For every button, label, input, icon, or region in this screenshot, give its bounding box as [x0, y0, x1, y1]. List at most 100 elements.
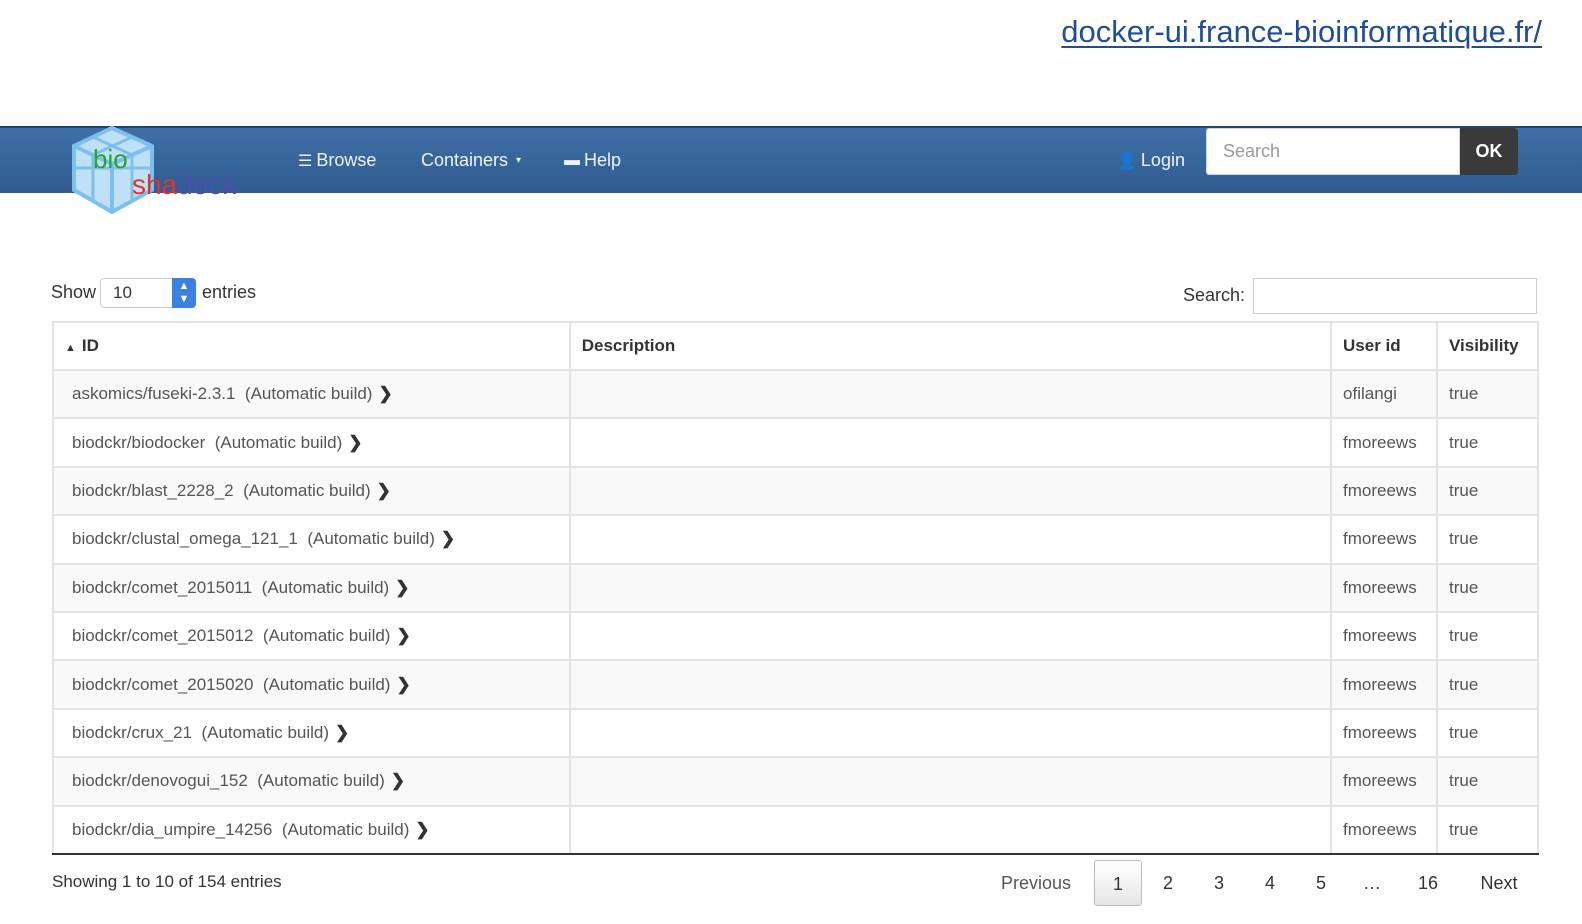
container-id-link[interactable]: biodckr/crux_21	[72, 723, 192, 742]
logo-text-shadock: shadock	[132, 169, 237, 200]
chevron-right-icon[interactable]: ❯	[335, 723, 349, 742]
cell-description	[568, 514, 1333, 565]
cell-id[interactable]: biodckr/comet_2015012 (Automatic build) ❯	[52, 610, 571, 662]
cell-user-id: fmoreews	[1330, 610, 1438, 662]
sort-asc-icon: ▲	[65, 342, 76, 354]
chevron-right-icon[interactable]: ❯	[378, 384, 392, 403]
pagination-page-1[interactable]: 1	[1094, 860, 1142, 906]
table-info: Showing 1 to 10 of 154 entries	[52, 872, 282, 891]
cell-id[interactable]: biodckr/blast_2228_2 (Automatic build) ❯	[52, 465, 571, 517]
cell-id[interactable]: biodckr/biodocker (Automatic build) ❯	[52, 417, 571, 468]
cell-user-id: fmoreews	[1330, 514, 1438, 565]
column-header-user-id[interactable]: User id	[1330, 321, 1438, 371]
cell-visibility: true	[1435, 804, 1540, 855]
cell-visibility: true	[1435, 707, 1540, 759]
column-header-id[interactable]: ▲ ID	[52, 321, 571, 371]
nav-browse[interactable]: ☰ Browse	[298, 150, 376, 171]
pagination-page-5[interactable]: 5	[1299, 860, 1343, 906]
cell-description	[568, 562, 1333, 613]
container-id-link[interactable]: biodckr/comet_2015011	[72, 578, 252, 597]
cell-visibility: true	[1435, 756, 1540, 807]
build-label: (Automatic build)	[243, 480, 371, 500]
cell-user-id: fmoreews	[1330, 659, 1438, 710]
column-header-description[interactable]: Description	[568, 321, 1333, 371]
cell-visibility: true	[1435, 465, 1540, 517]
pagination-previous[interactable]: Previous	[992, 860, 1080, 906]
container-id-link[interactable]: biodckr/denovogui_152	[72, 771, 248, 790]
build-label: (Automatic build)	[257, 771, 385, 791]
cell-visibility: true	[1435, 562, 1540, 613]
bioshadock-logo[interactable]: bio shadock	[66, 124, 266, 216]
cell-id[interactable]: biodckr/denovogui_152 (Automatic build) ❯	[52, 756, 571, 807]
table-row: biodckr/comet_2015012 (Automatic build) ❯…	[52, 610, 1540, 662]
build-label: (Automatic build)	[281, 819, 410, 839]
table-row: biodckr/blast_2228_2 (Automatic build) ❯ f…	[52, 465, 1540, 517]
cell-visibility: true	[1435, 514, 1540, 565]
table-header-row: ▲ ID Description User id Visibility	[52, 321, 1540, 371]
table-row: biodckr/crux_21 (Automatic build) ❯ fmoree…	[52, 707, 1540, 759]
cell-visibility: true	[1435, 659, 1540, 710]
list-icon: ☰	[298, 152, 313, 170]
entries-length-select[interactable]: 10 ▲ ▼	[100, 278, 196, 308]
container-id-link[interactable]: askomics/fuseki-2.3.1	[72, 384, 235, 403]
caret-down-icon: ▾	[516, 155, 522, 166]
table-search-input[interactable]	[1253, 278, 1537, 314]
pagination-page-3[interactable]: 3	[1197, 860, 1241, 906]
chevron-right-icon[interactable]: ❯	[377, 481, 391, 500]
chevron-right-icon[interactable]: ❯	[441, 529, 455, 548]
cell-id[interactable]: biodckr/comet_2015011 (Automatic build) ❯	[52, 562, 571, 613]
pagination-page-2[interactable]: 2	[1146, 860, 1190, 906]
chevron-right-icon[interactable]: ❯	[396, 626, 410, 645]
pagination-page-4[interactable]: 4	[1248, 860, 1292, 906]
cell-user-id: fmoreews	[1330, 562, 1438, 613]
build-label: (Automatic build)	[201, 722, 330, 742]
table-row: biodckr/dia_umpire_14256 (Automatic buil…	[52, 804, 1540, 855]
build-label: (Automatic build)	[262, 674, 391, 694]
container-id-link[interactable]: biodckr/blast_2228_2	[72, 481, 234, 500]
build-label: (Automatic build)	[307, 529, 435, 549]
containers-table: ▲ ID Description User id Visibility askom…	[52, 321, 1540, 855]
chevron-right-icon[interactable]: ❯	[395, 578, 409, 597]
cell-user-id: fmoreews	[1330, 707, 1438, 759]
nav-help[interactable]: ▬ Help	[564, 150, 621, 171]
chevron-right-icon[interactable]: ❯	[391, 771, 405, 790]
chevron-right-icon[interactable]: ❯	[396, 675, 410, 694]
cell-user-id: fmoreews	[1330, 804, 1438, 855]
cell-description	[568, 368, 1333, 420]
pagination-next[interactable]: Next	[1470, 860, 1528, 906]
navbar-search-ok-button[interactable]: OK	[1460, 128, 1518, 175]
pagination-page-16[interactable]: 16	[1404, 860, 1452, 906]
nav-containers[interactable]: Containers ▾	[421, 150, 521, 171]
cell-id[interactable]: biodckr/dia_umpire_14256 (Automatic buil…	[52, 804, 571, 855]
cell-id[interactable]: biodckr/clustal_omega_121_1 (Automatic b…	[52, 514, 571, 565]
table-row: biodckr/biodocker (Automatic build) ❯ fmor…	[52, 417, 1540, 468]
column-header-visibility[interactable]: Visibility	[1435, 321, 1540, 371]
cell-user-id: fmoreews	[1330, 756, 1438, 807]
cell-description	[568, 659, 1333, 710]
cell-user-id: ofilangi	[1330, 368, 1438, 420]
nav-login[interactable]: 👤 Login	[1117, 150, 1185, 171]
container-id-link[interactable]: biodckr/comet_2015020	[72, 675, 253, 694]
container-id-link[interactable]: biodckr/dia_umpire_14256	[72, 820, 272, 839]
chevron-right-icon[interactable]: ❯	[348, 433, 362, 452]
table-row: biodckr/clustal_omega_121_1 (Automatic b…	[52, 514, 1540, 565]
cell-id[interactable]: askomics/fuseki-2.3.1 (Automatic build) ❯	[52, 368, 571, 420]
cell-visibility: true	[1435, 610, 1540, 662]
table-row: biodckr/denovogui_152 (Automatic build) ❯…	[52, 756, 1540, 807]
entries-label: entries	[202, 282, 257, 302]
container-id-link[interactable]: biodckr/clustal_omega_121_1	[72, 529, 298, 548]
container-id-link[interactable]: biodckr/biodocker	[72, 433, 205, 452]
container-id-link[interactable]: biodckr/comet_2015012	[72, 626, 253, 645]
cell-description	[568, 707, 1333, 759]
cell-id[interactable]: biodckr/comet_2015020 (Automatic build) ❯	[52, 659, 571, 710]
chevron-right-icon[interactable]: ❯	[415, 820, 429, 839]
url-link[interactable]: docker-ui.france-bioinformatique.fr/	[1061, 14, 1542, 50]
cell-description	[568, 804, 1333, 855]
build-label: (Automatic build)	[262, 626, 391, 646]
table-row: biodckr/comet_2015011 (Automatic build) ❯…	[52, 562, 1540, 613]
cell-id[interactable]: biodckr/crux_21 (Automatic build) ❯	[52, 707, 571, 759]
cell-description	[568, 417, 1333, 468]
navbar-search-input[interactable]: Search	[1206, 128, 1460, 175]
select-spinner-icon: ▲ ▼	[172, 278, 196, 308]
cell-visibility: true	[1435, 417, 1540, 468]
